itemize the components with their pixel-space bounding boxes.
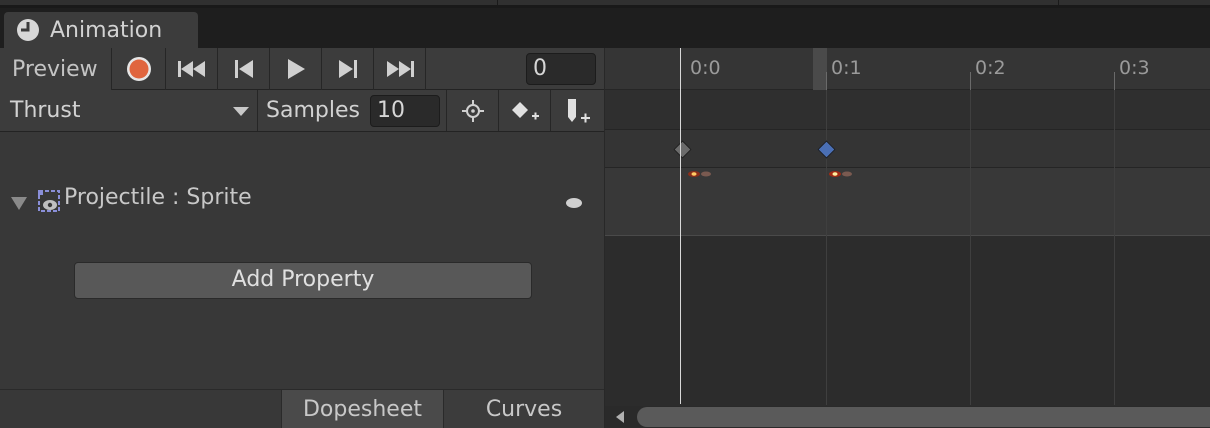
play-button[interactable] bbox=[270, 48, 322, 90]
property-label: Projectile : Sprite bbox=[64, 185, 252, 210]
sprite-renderer-icon bbox=[38, 190, 60, 212]
record-button[interactable] bbox=[112, 48, 166, 90]
horizontal-scrollbar[interactable] bbox=[605, 406, 1210, 428]
frame-input[interactable]: 0 bbox=[526, 53, 596, 85]
last-key-button[interactable] bbox=[374, 48, 426, 90]
play-icon bbox=[287, 59, 305, 79]
tab-curves[interactable]: Curves bbox=[443, 390, 604, 428]
next-key-button[interactable] bbox=[322, 48, 374, 90]
dopesheet-top-row bbox=[605, 90, 1210, 130]
scrollbar-thumb[interactable] bbox=[637, 407, 1210, 427]
ruler-label: 0:2 bbox=[975, 57, 1006, 79]
ruler-tick bbox=[970, 72, 971, 90]
prev-key-button[interactable] bbox=[218, 48, 270, 90]
record-icon bbox=[126, 57, 151, 81]
samples-input[interactable]: 10 bbox=[370, 95, 440, 127]
expand-triangle-icon[interactable] bbox=[11, 197, 27, 210]
ruler-label: 0:0 bbox=[690, 57, 721, 79]
last-key-icon bbox=[386, 61, 414, 77]
add-keyframe-button[interactable] bbox=[498, 90, 550, 131]
playback-toolbar: Preview 0 bbox=[0, 48, 604, 90]
clock-icon bbox=[17, 19, 39, 41]
ruler-label: 0:3 bbox=[1119, 57, 1150, 79]
add-keyframe-icon bbox=[511, 101, 539, 119]
next-key-icon bbox=[338, 60, 357, 78]
chevron-down-icon bbox=[233, 107, 249, 116]
scroll-left-icon[interactable] bbox=[616, 411, 624, 423]
mode-spacer bbox=[0, 390, 281, 428]
dopesheet-panel: 0:0 0:1 0:2 0:3 bbox=[605, 48, 1210, 428]
prev-key-icon bbox=[234, 60, 253, 78]
clip-name: Thrust bbox=[10, 98, 81, 123]
filter-by-selection-icon bbox=[461, 99, 484, 122]
add-property-button[interactable]: Add Property bbox=[74, 262, 532, 299]
ruler-label: 0:1 bbox=[831, 57, 862, 79]
grid-line bbox=[1114, 90, 1115, 405]
ruler-tick bbox=[1114, 72, 1115, 90]
hierarchy-panel: Preview 0 Thrust Samples 10 Projectile:… bbox=[0, 48, 604, 428]
tab-bar: Animation bbox=[0, 8, 1210, 48]
add-event-button[interactable] bbox=[550, 90, 602, 131]
preview-label: Preview bbox=[12, 56, 98, 82]
ruler-highlight bbox=[813, 48, 827, 90]
time-ruler[interactable]: 0:0 0:1 0:2 0:3 bbox=[605, 48, 1210, 90]
tab-animation[interactable]: Animation bbox=[4, 12, 198, 48]
top-strip bbox=[0, 0, 1210, 8]
sprite-keyframe-thumbnail[interactable] bbox=[687, 169, 713, 179]
samples-label: Samples bbox=[266, 98, 360, 123]
grid-line bbox=[826, 90, 827, 405]
view-mode-bar: Dopesheet Curves bbox=[0, 389, 604, 428]
ruler-tick bbox=[826, 72, 827, 90]
add-event-icon bbox=[567, 98, 590, 122]
preview-toggle[interactable]: Preview bbox=[0, 48, 112, 90]
clip-toolbar: Thrust Samples 10 bbox=[0, 90, 604, 132]
first-key-icon bbox=[177, 61, 205, 77]
sprite-keyframe-thumbnail[interactable] bbox=[828, 169, 854, 179]
filter-by-selection-button[interactable] bbox=[446, 90, 498, 131]
playhead[interactable] bbox=[680, 48, 681, 404]
grid-line bbox=[970, 90, 971, 405]
clip-dropdown[interactable]: Thrust bbox=[0, 90, 258, 131]
first-key-button[interactable] bbox=[166, 48, 218, 90]
tab-dopesheet[interactable]: Dopesheet bbox=[281, 390, 443, 428]
property-options-icon[interactable] bbox=[566, 198, 582, 208]
tab-label: Animation bbox=[50, 17, 163, 43]
summary-row[interactable] bbox=[605, 130, 1210, 168]
